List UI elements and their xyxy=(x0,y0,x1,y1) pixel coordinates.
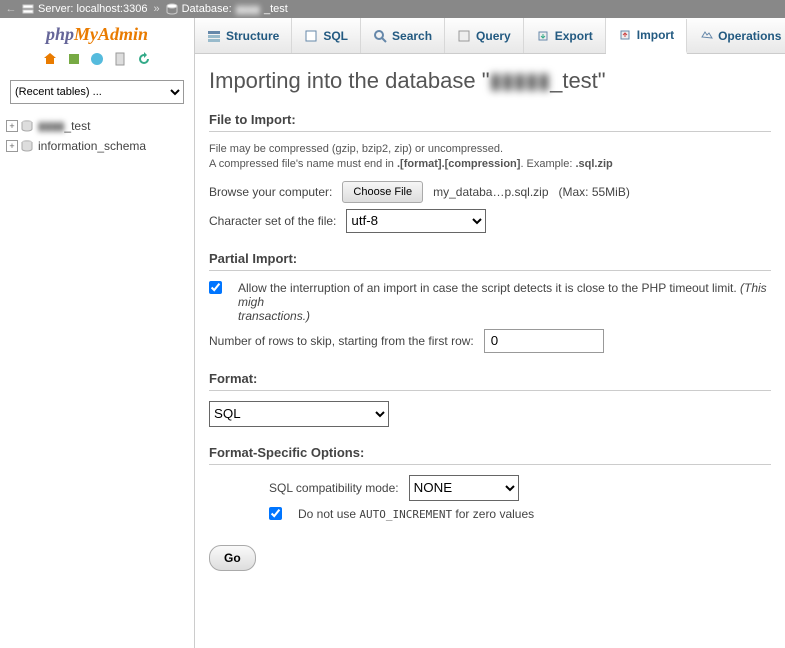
sql-icon xyxy=(304,29,318,43)
breadcrumb-sep: » xyxy=(151,3,161,15)
sidebar: phpMyAdmin (Recent tables) ... + ▮▮▮▮_te… xyxy=(0,18,195,648)
format-select[interactable]: SQL xyxy=(209,401,389,427)
breadcrumb-db-prefix: Database: xyxy=(182,3,232,15)
query-icon[interactable] xyxy=(89,51,105,67)
logo-part1: php xyxy=(46,24,74,44)
compat-row: SQL compatibility mode: NONE xyxy=(269,475,771,501)
breadcrumb-server-label: Server: localhost:3306 xyxy=(38,3,147,15)
charset-row: Character set of the file: utf-8 xyxy=(209,209,771,233)
breadcrumb-db[interactable]: Database: ▮▮▮▮ _test xyxy=(162,3,292,16)
sidebar-toolbar xyxy=(0,47,194,74)
skip-rows-row: Number of rows to skip, starting from th… xyxy=(209,329,771,353)
recent-tables-select[interactable]: (Recent tables) ... xyxy=(10,80,184,104)
database-icon xyxy=(166,3,178,15)
database-tree: + ▮▮▮▮_test + information_schema xyxy=(0,110,194,156)
search-icon xyxy=(373,29,387,43)
breadcrumb-server[interactable]: Server: localhost:3306 xyxy=(18,3,151,15)
database-icon xyxy=(20,119,34,133)
expand-icon[interactable]: + xyxy=(6,140,18,152)
recent-tables: (Recent tables) ... xyxy=(0,74,194,110)
go-button[interactable]: Go xyxy=(209,545,256,571)
tab-import[interactable]: Import xyxy=(606,19,687,54)
compat-select[interactable]: NONE xyxy=(409,475,519,501)
section-partial-import: Partial Import: xyxy=(209,251,771,266)
tab-query[interactable]: Query xyxy=(445,18,524,53)
tab-sql[interactable]: SQL xyxy=(292,18,361,53)
import-icon xyxy=(618,28,632,42)
db-name: information_schema xyxy=(38,139,146,153)
breadcrumb-bar: ← Server: localhost:3306 » Database: ▮▮▮… xyxy=(0,0,785,18)
logo[interactable]: phpMyAdmin xyxy=(0,18,194,47)
tab-search[interactable]: Search xyxy=(361,18,445,53)
browse-label: Browse your computer: xyxy=(209,185,332,199)
autoinc-checkbox[interactable] xyxy=(269,507,282,520)
skip-rows-input[interactable] xyxy=(484,329,604,353)
chosen-file-name: my_databa…p.sql.zip xyxy=(433,185,548,199)
divider xyxy=(209,131,771,132)
format-row: SQL xyxy=(209,401,771,427)
tab-structure[interactable]: Structure xyxy=(195,18,292,53)
tab-operations[interactable]: Operations xyxy=(687,18,785,53)
query-icon xyxy=(457,29,471,43)
nav-back-icon[interactable]: ← xyxy=(4,3,18,15)
section-format-options: Format-Specific Options: xyxy=(209,445,771,460)
page-title: Importing into the database "▮▮▮▮▮_test" xyxy=(209,68,771,94)
divider xyxy=(209,270,771,271)
structure-icon xyxy=(207,29,221,43)
db-item[interactable]: + ▮▮▮▮_test xyxy=(4,116,194,136)
breadcrumb-db-blur: ▮▮▮▮ xyxy=(236,3,260,16)
db-name-suffix: _test xyxy=(64,119,90,133)
logo-part2: MyAdmin xyxy=(74,24,148,44)
compress-note: File may be compressed (gzip, bzip2, zip… xyxy=(209,142,771,173)
section-format: Format: xyxy=(209,371,771,386)
compat-label: SQL compatibility mode: xyxy=(269,481,399,495)
logout-icon[interactable] xyxy=(66,51,82,67)
allow-interrupt-checkbox[interactable] xyxy=(209,281,222,294)
database-icon xyxy=(20,139,34,153)
skip-label: Number of rows to skip, starting from th… xyxy=(209,334,474,348)
autoinc-row: Do not use AUTO_INCREMENT for zero value… xyxy=(269,507,771,521)
export-icon xyxy=(536,29,550,43)
section-file-to-import: File to Import: xyxy=(209,112,771,127)
db-name-blur: ▮▮▮▮ xyxy=(38,119,64,133)
browse-row: Browse your computer: Choose File my_dat… xyxy=(209,181,771,203)
charset-select[interactable]: utf-8 xyxy=(346,209,486,233)
reload-icon[interactable] xyxy=(136,51,152,67)
server-icon xyxy=(22,3,34,15)
page-body: Importing into the database "▮▮▮▮▮_test"… xyxy=(195,54,785,648)
charset-label: Character set of the file: xyxy=(209,214,336,228)
tab-export[interactable]: Export xyxy=(524,18,606,53)
divider xyxy=(209,390,771,391)
divider xyxy=(209,464,771,465)
allow-interrupt-row: Allow the interruption of an import in c… xyxy=(209,281,771,323)
breadcrumb-db-suffix: _test xyxy=(264,3,288,15)
db-item[interactable]: + information_schema xyxy=(4,136,194,156)
operations-icon xyxy=(699,29,713,43)
docs-icon[interactable] xyxy=(112,51,128,67)
expand-icon[interactable]: + xyxy=(6,120,18,132)
choose-file-button[interactable]: Choose File xyxy=(342,181,423,203)
max-size: (Max: 55MiB) xyxy=(559,185,630,199)
tabs: Structure SQL Search Query Export Import… xyxy=(195,18,785,54)
home-icon[interactable] xyxy=(42,51,58,67)
content: Structure SQL Search Query Export Import… xyxy=(195,18,785,648)
